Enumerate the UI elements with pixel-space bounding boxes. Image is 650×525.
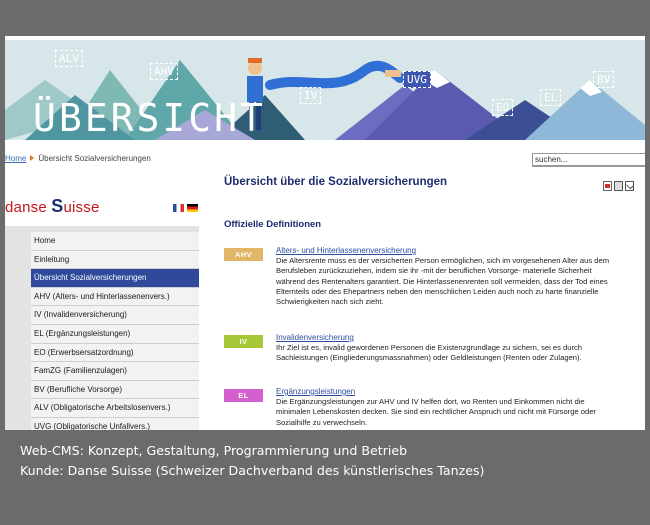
entry-description: Ihr Ziel ist es, invalid gewordenen Pers… — [276, 343, 583, 363]
sidebar-item-uebersicht[interactable]: Übersicht Sozialversicherungen — [31, 269, 199, 288]
banner-title: ÜBERSICHT — [33, 96, 266, 140]
breadcrumb: Home Übersicht Sozialversicherungen — [5, 154, 151, 163]
caption-line-1: Web-CMS: Konzept, Gestaltung, Programmie… — [20, 443, 408, 458]
search-underline — [532, 166, 645, 167]
mail-icon[interactable] — [625, 181, 634, 191]
banner-tag-el: EL — [540, 89, 562, 106]
page-tools — [603, 178, 636, 196]
sidebar-item-iv[interactable]: IV (Invalidenversicherung) — [31, 306, 199, 325]
sidebar-item-eo[interactable]: EO (Erwerbsersatzordnung) — [31, 343, 199, 363]
badge-el: EL — [224, 389, 263, 402]
sidebar-item-famzg[interactable]: FamZG (Familienzulagen) — [31, 362, 199, 381]
breadcrumb-home-link[interactable]: Home — [5, 154, 26, 163]
breadcrumb-current: Übersicht Sozialversicherungen — [38, 154, 151, 163]
logo: danse Suisse — [5, 196, 100, 217]
caption-line-2: Kunde: Danse Suisse (Schweizer Dachverba… — [20, 463, 485, 478]
sidebar-item-ahv[interactable]: AHV (Alters- und Hinterlassenenvers.) — [31, 287, 199, 307]
banner-tag-bv: BV — [593, 71, 615, 88]
page-title: Übersicht über die Sozialversicherungen — [224, 176, 448, 188]
entry-title-link[interactable]: Ergänzungsleistungen — [276, 387, 355, 396]
pdf-icon[interactable] — [603, 181, 612, 191]
section-title: Offizielle Definitionen — [224, 219, 322, 230]
caption: Web-CMS: Konzept, Gestaltung, Programmie… — [20, 441, 640, 481]
sidebar-item-home[interactable]: Home — [31, 232, 199, 251]
french-flag-icon[interactable] — [173, 204, 184, 212]
sidebar: Home Einleitung Übersicht Sozialversiche… — [5, 226, 199, 430]
sidebar-nav: Home Einleitung Übersicht Sozialversiche… — [31, 232, 199, 430]
website-screenshot: ALV AHV IV UVG EO EL BV ÜBERSICHT Home Üb… — [5, 36, 645, 430]
entry-description: Die Ergänzungsleistungen zur AHV und IV … — [276, 397, 596, 427]
banner-tag-alv: ALV — [55, 50, 83, 67]
german-flag-icon[interactable] — [187, 204, 198, 212]
banner-tag-uvg: UVG — [403, 71, 431, 88]
print-icon[interactable] — [614, 181, 623, 191]
banner-tag-iv: IV — [300, 87, 322, 104]
chevron-right-icon — [30, 155, 35, 161]
logo-text-uisse: uisse — [63, 199, 100, 216]
sidebar-item-bv[interactable]: BV (Berufliche Vorsorge) — [31, 380, 199, 400]
entry-title-link[interactable]: Invalidenversicherung — [276, 333, 354, 342]
banner-tag-ahv: AHV — [150, 63, 178, 80]
entry-description: Die Altersrente muss es der versicherten… — [276, 256, 610, 307]
logo-text-danse: danse — [5, 199, 52, 216]
sidebar-item-el[interactable]: EL (Ergänzungsleistungen) — [31, 324, 199, 344]
banner-tag-eo: EO — [492, 99, 514, 116]
header-banner: ALV AHV IV UVG EO EL BV ÜBERSICHT — [5, 40, 645, 140]
sidebar-item-alv[interactable]: ALV (Obligatorische Arbeitslosenvers.) — [31, 399, 199, 418]
sidebar-item-einleitung[interactable]: Einleitung — [31, 250, 199, 270]
search-input[interactable] — [532, 153, 645, 166]
entry-title-link[interactable]: Alters- und Hinterlassenenversicherung — [276, 246, 416, 255]
badge-iv: IV — [224, 335, 263, 348]
logo-text-s: S — [51, 196, 64, 216]
badge-ahv: AHV — [224, 248, 263, 261]
sidebar-item-uvg[interactable]: UVG (Obligatorische Unfallvers.) — [31, 417, 199, 430]
